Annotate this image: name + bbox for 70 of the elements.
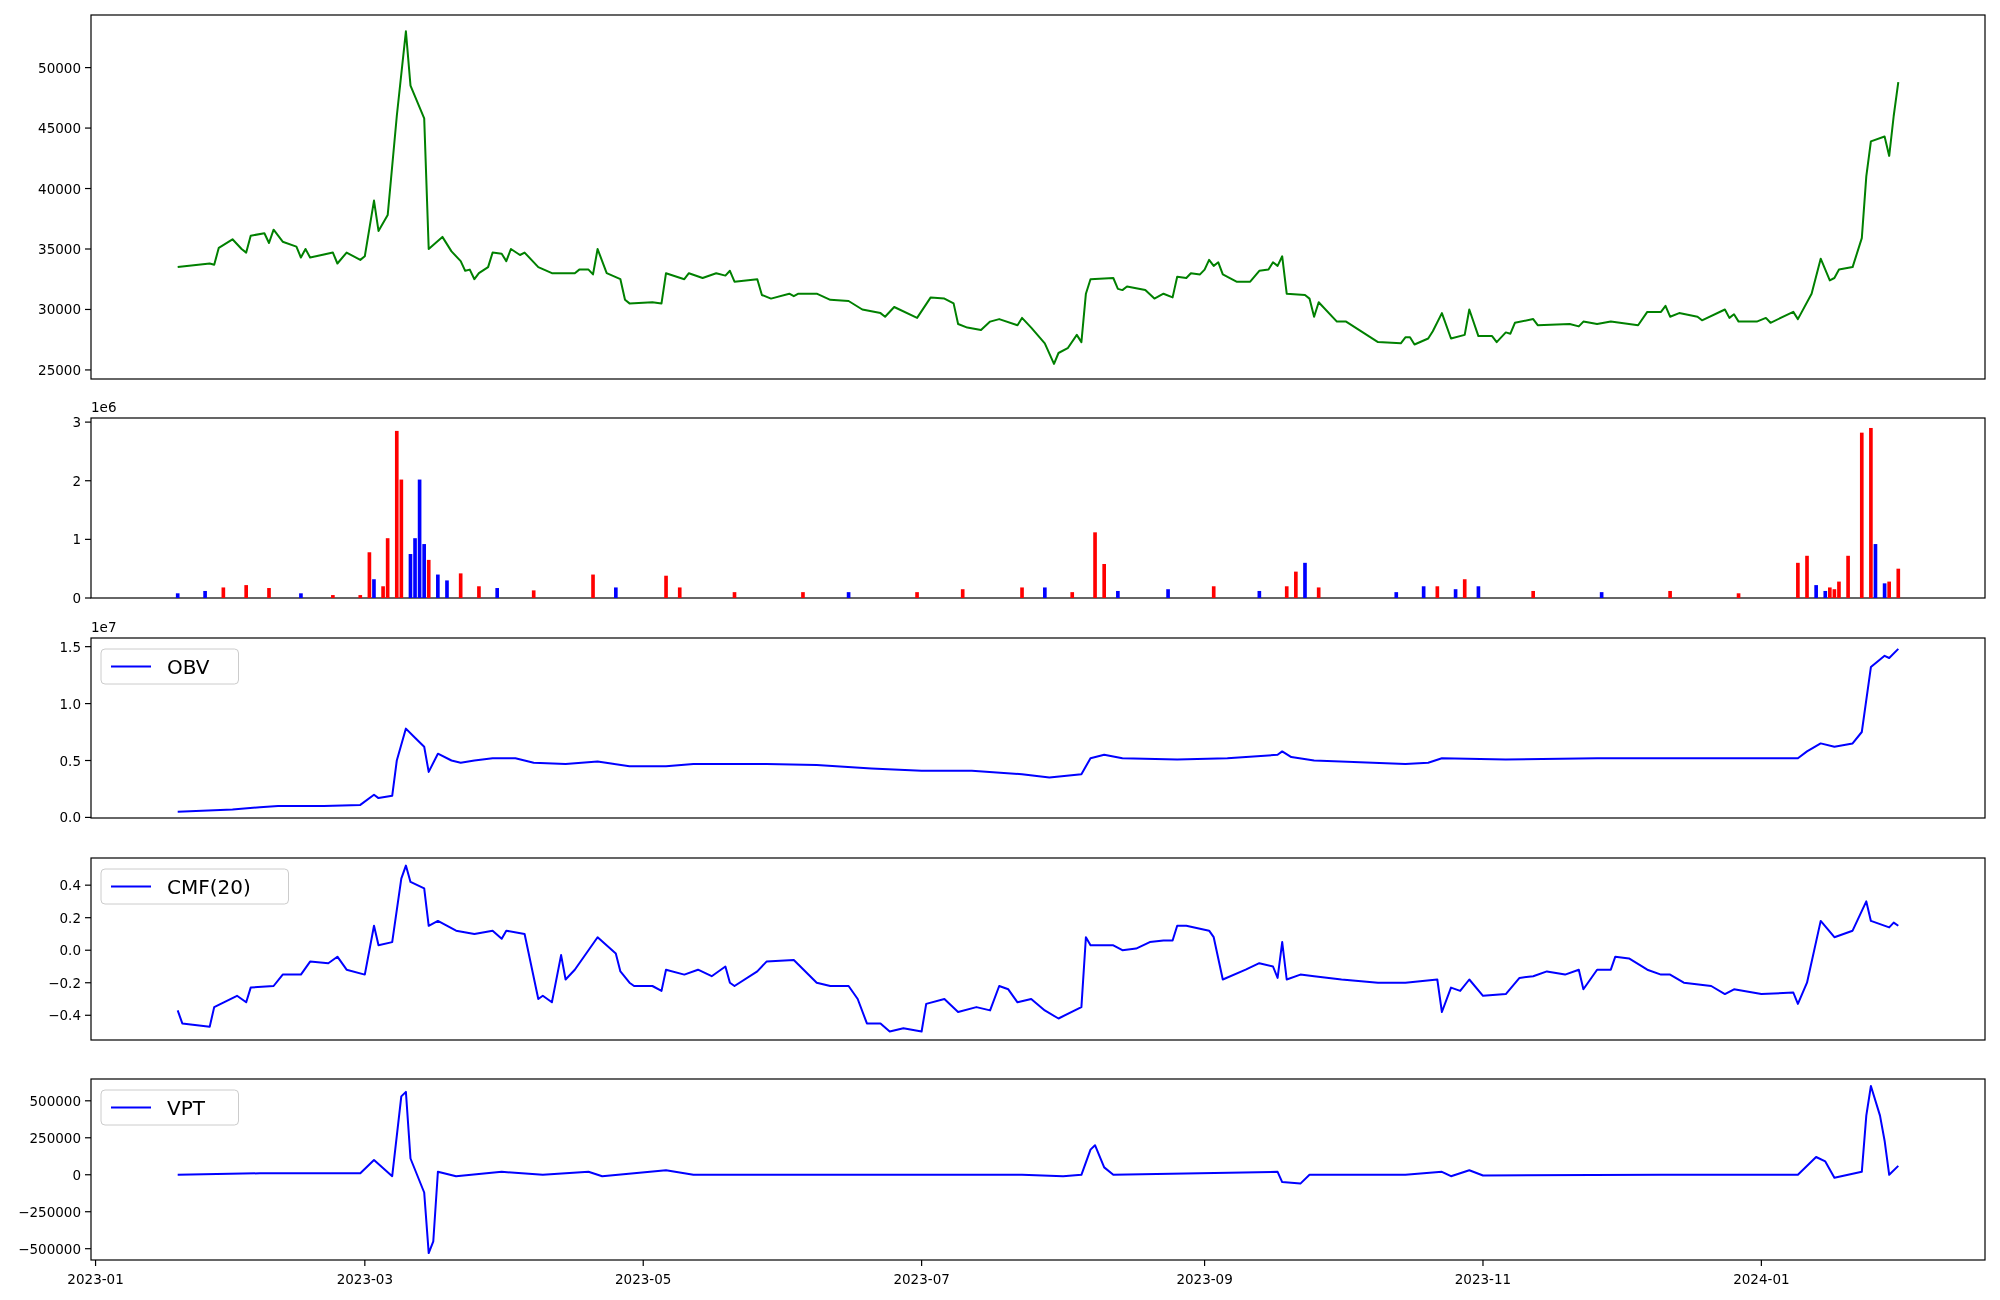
axis-scale-label: 1e6 <box>91 399 117 415</box>
tick-mark <box>84 1248 92 1250</box>
legend-line-icon <box>110 665 152 668</box>
tick-label: 0 <box>72 590 81 606</box>
tick-mark <box>84 1137 92 1139</box>
tick-label: −0.2 <box>48 974 81 991</box>
tick-mark <box>84 421 92 423</box>
tick-label: 500000 <box>29 1092 81 1109</box>
tick-mark <box>84 816 92 819</box>
tick-label: 0.5 <box>59 752 81 769</box>
tick-label: 25000 <box>38 361 81 378</box>
tick-mark <box>84 308 92 311</box>
tick-mark <box>84 1100 92 1102</box>
tick-label: 1 <box>72 531 81 548</box>
tick-mark <box>84 759 92 762</box>
tick-mark <box>84 646 92 648</box>
tick-label: 0.2 <box>59 909 81 926</box>
tick-label: 50000 <box>38 59 81 76</box>
tick-label: 0 <box>72 1166 81 1183</box>
tick-mark <box>642 1259 644 1267</box>
tick-mark <box>1204 1259 1206 1267</box>
tick-mark <box>84 480 92 482</box>
tick-mark <box>84 1211 92 1213</box>
tick-mark <box>84 597 92 599</box>
legend-line-icon <box>110 885 152 888</box>
tick-mark <box>1482 1259 1484 1267</box>
axis-scale-label: 1e7 <box>91 619 117 635</box>
tick-label: 30000 <box>38 301 81 318</box>
tick-mark <box>84 1174 92 1176</box>
tick-label: 2 <box>72 472 81 489</box>
legend-label: CMF(20) <box>167 875 251 899</box>
tick-label: 35000 <box>38 241 81 257</box>
tick-mark <box>84 982 92 984</box>
tick-mark <box>84 917 92 919</box>
tick-label: 0.0 <box>59 809 81 826</box>
tick-mark <box>84 949 92 951</box>
tick-label: 2023-01 <box>67 1271 124 1287</box>
tick-label: 2023-05 <box>615 1271 672 1287</box>
tick-label: 2023-09 <box>1176 1271 1233 1287</box>
tick-label: 45000 <box>38 120 81 137</box>
tick-label: 3 <box>72 414 81 431</box>
tick-label: 1.5 <box>59 638 81 655</box>
tick-label: −250000 <box>18 1203 81 1220</box>
legend-label: OBV <box>167 655 210 679</box>
tick-mark <box>84 703 92 705</box>
legend-label: VPT <box>167 1096 205 1120</box>
tick-label: −500000 <box>18 1240 81 1257</box>
tick-label: 2023-03 <box>336 1271 394 1287</box>
tick-mark <box>364 1259 366 1267</box>
tick-mark <box>84 538 92 540</box>
tick-label: 40000 <box>38 180 81 197</box>
tick-label: 2023-11 <box>1454 1271 1512 1287</box>
tick-mark <box>84 67 92 69</box>
tick-mark <box>84 127 92 129</box>
tick-label: 2023-07 <box>893 1271 950 1287</box>
tick-mark <box>84 884 92 886</box>
tick-label: 1.0 <box>59 695 81 712</box>
tick-mark <box>84 187 92 190</box>
legend-line-icon <box>110 1106 152 1109</box>
tick-mark <box>84 248 92 250</box>
tick-label: 0.0 <box>59 942 81 959</box>
tick-mark <box>1760 1259 1762 1267</box>
tick-mark <box>84 369 92 371</box>
tick-mark <box>921 1259 923 1267</box>
tick-label: −0.4 <box>48 1007 81 1024</box>
tick-label: 250000 <box>29 1129 81 1146</box>
tick-mark <box>84 1014 92 1016</box>
tick-label: 0.4 <box>59 877 81 894</box>
tick-label: 2024-01 <box>1733 1271 1790 1287</box>
tick-mark <box>94 1259 97 1267</box>
